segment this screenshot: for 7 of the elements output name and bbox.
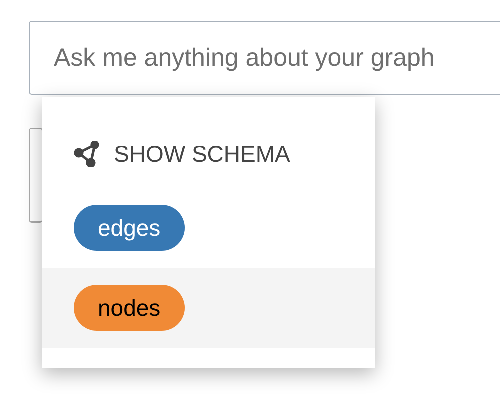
graph-icon — [74, 141, 100, 167]
search-field[interactable]: Ask me anything about your graph — [29, 21, 500, 95]
menu-item[interactable]: edges — [42, 188, 375, 268]
menu-header: SHOW SCHEMA — [114, 140, 290, 169]
tag: nodes — [74, 285, 185, 331]
menu-item[interactable]: nodes — [42, 268, 375, 348]
tag: edges — [74, 205, 185, 251]
